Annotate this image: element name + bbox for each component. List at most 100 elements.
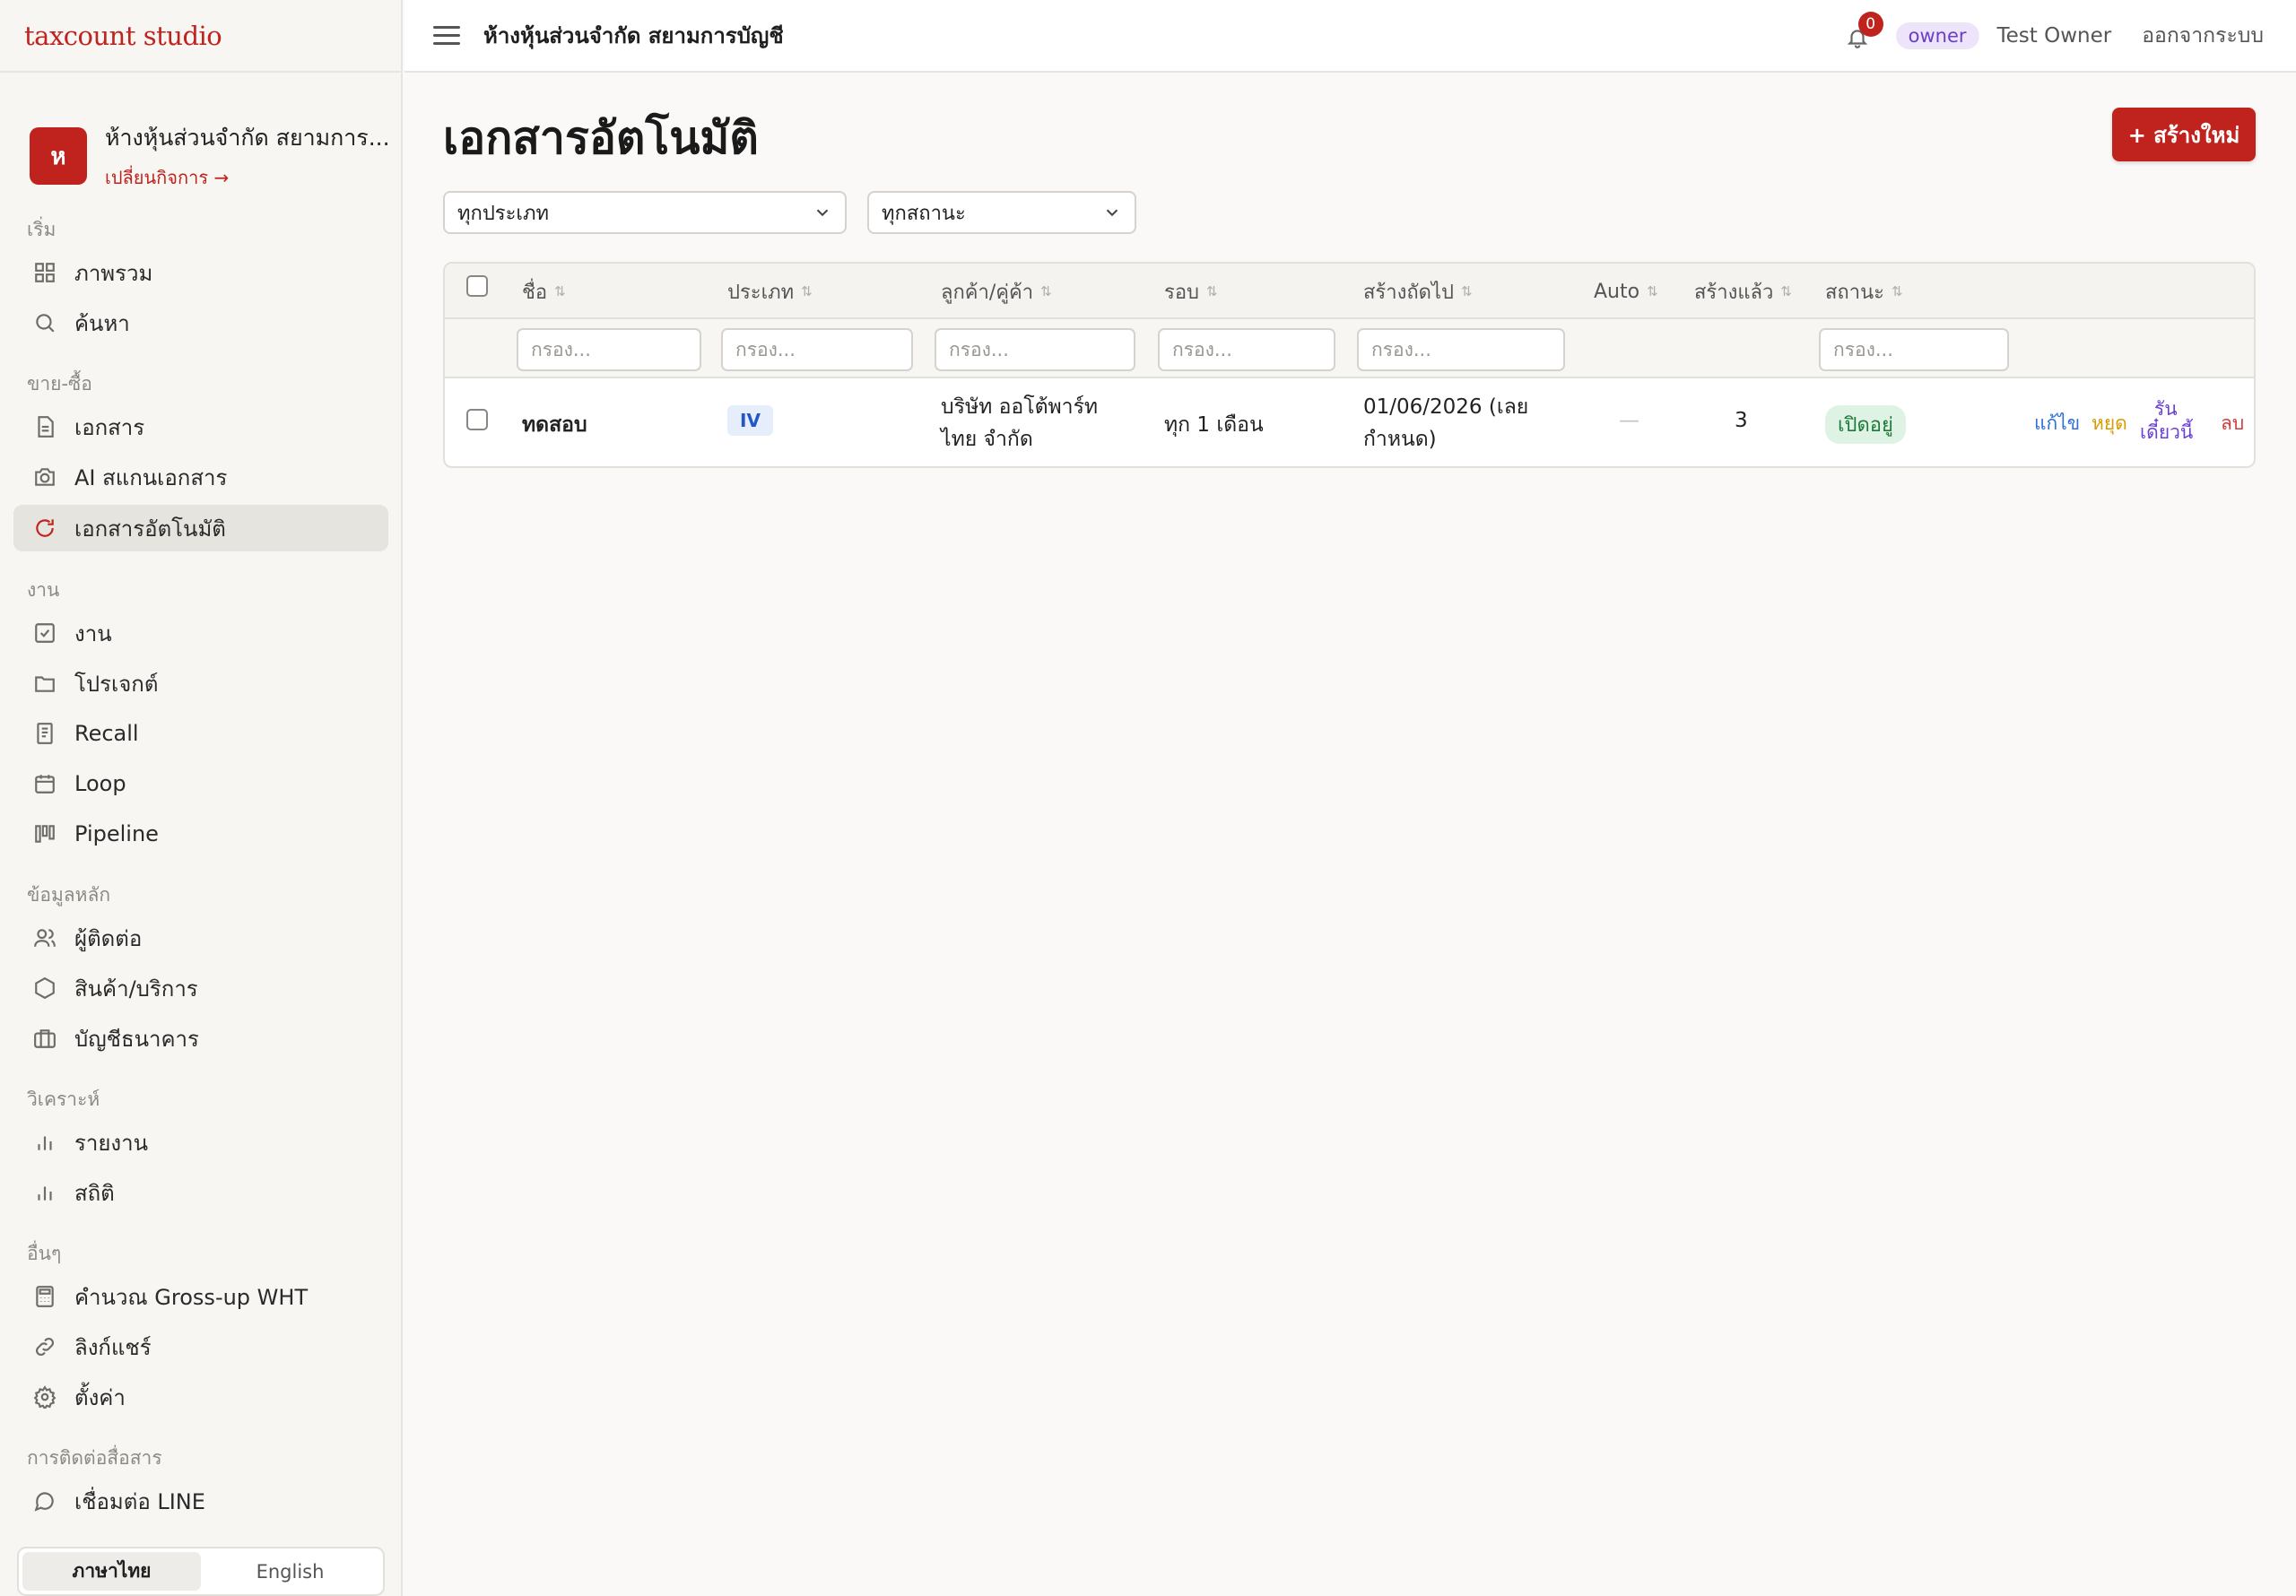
search-icon (31, 309, 58, 336)
gear-icon (31, 1383, 58, 1410)
sidebar-item-contacts[interactable]: ผู้ติดต่อ (13, 915, 388, 961)
refresh-icon (31, 515, 58, 542)
status-filter-value: ทุกสถานะ (882, 202, 966, 225)
column-header-cycle[interactable]: รอบ ⇅ (1164, 264, 1218, 319)
pause-link[interactable]: หยุด (2092, 409, 2127, 438)
section-label-work: งาน (27, 579, 60, 601)
section-label-communication: การติดต่อสื่อสาร (27, 1447, 162, 1469)
sidebar-item-ai-scan[interactable]: AI สแกนเอกสาร (13, 454, 388, 500)
sidebar-item-recall[interactable]: Recall (13, 710, 388, 757)
column-header-auto[interactable]: Auto ⇅ (1594, 264, 1658, 319)
sidebar-item-grossup-calculator[interactable]: คำนวณ Gross-up WHT (13, 1273, 388, 1320)
type-filter-value: ทุกประเภท (457, 202, 549, 225)
row-name[interactable]: ทดสอบ (522, 409, 587, 441)
column-header-customer[interactable]: ลูกค้า/คู่ค้า ⇅ (941, 264, 1052, 319)
cycle-filter-input[interactable]: กรอง... (1158, 328, 1335, 371)
sort-icon: ⇅ (1206, 283, 1218, 299)
next-run-filter-input[interactable]: กรอง... (1357, 328, 1565, 371)
column-header-label: สร้างถัดไป (1363, 281, 1454, 304)
switch-business-link[interactable]: เปลี่ยนกิจการ → (105, 163, 390, 192)
sidebar-item-label: ภาพรวม (74, 260, 153, 286)
business-avatar: ห (30, 127, 87, 185)
language-thai-button[interactable]: ภาษาไทย (22, 1552, 201, 1591)
status-filter-input[interactable]: กรอง... (1819, 328, 2009, 371)
section-label-sales: ขาย-ซื้อ (27, 373, 92, 395)
business-switcher[interactable]: ห ห้างหุ้นส่วนจำกัด สยามการ... เปลี่ยนกิ… (0, 73, 401, 207)
column-header-label: ชื่อ (522, 281, 548, 304)
calendar-icon (31, 770, 58, 797)
section-label-start: เริ่ม (27, 219, 57, 240)
sidebar-item-documents[interactable]: เอกสาร (13, 403, 388, 450)
sidebar-item-settings[interactable]: ตั้งค่า (13, 1374, 388, 1420)
column-header-created[interactable]: สร้างแล้ว ⇅ (1694, 264, 1792, 319)
row-next-run-line1: 01/06/2026 (เลย (1363, 395, 1529, 419)
sidebar-item-tasks[interactable]: งาน (13, 610, 388, 656)
sidebar-item-loop[interactable]: Loop (13, 760, 388, 807)
sidebar-item-bank-accounts[interactable]: บัญชีธนาคาร (13, 1015, 388, 1062)
column-header-name[interactable]: ชื่อ ⇅ (522, 264, 566, 319)
sidebar-item-overview[interactable]: ภาพรวม (13, 249, 388, 296)
sidebar-item-label: สถิติ (74, 1180, 115, 1206)
role-badge: owner (1895, 22, 1979, 49)
sidebar-item-products[interactable]: สินค้า/บริการ (13, 965, 388, 1011)
sidebar-item-label: ลิงก์แชร์ (74, 1334, 152, 1360)
select-all-checkbox[interactable] (466, 275, 488, 297)
sidebar-item-line[interactable]: เชื่อมต่อ LINE (13, 1478, 388, 1524)
sidebar-item-label: บัญชีธนาคาร (74, 1026, 199, 1052)
menu-toggle-icon[interactable] (433, 22, 460, 49)
sidebar: taxcount studio ห ห้างหุ้นส่วนจำกัด สยาม… (0, 0, 403, 1596)
users-icon (31, 924, 58, 951)
sidebar-item-label: งาน (74, 620, 112, 646)
language-english-button[interactable]: English (201, 1552, 379, 1591)
section-label-analytics: วิเคราะห์ (27, 1089, 100, 1110)
sort-icon: ⇅ (554, 283, 566, 299)
sidebar-item-label: เอกสาร (74, 414, 145, 440)
sidebar-item-search[interactable]: ค้นหา (13, 299, 388, 346)
customer-filter-input[interactable]: กรอง... (935, 328, 1135, 371)
top-bar: ห้างหุ้นส่วนจำกัด สยามการบัญชี 0 owner T… (404, 0, 2296, 73)
user-name[interactable]: Test Owner (1997, 24, 2112, 48)
table-row[interactable]: ทดสอบ IV บริษัท ออโต้พาร์ท ไทย จำกัด ทุก… (445, 378, 2254, 466)
type-filter-input[interactable]: กรอง... (721, 328, 913, 371)
folder-icon (31, 670, 58, 697)
sidebar-item-share-links[interactable]: ลิงก์แชร์ (13, 1323, 388, 1370)
row-customer-line2: ไทย จำกัด (941, 428, 1033, 451)
sort-icon: ⇅ (1647, 283, 1658, 299)
column-header-status[interactable]: สถานะ ⇅ (1825, 264, 1903, 319)
sidebar-item-label: ผู้ติดต่อ (74, 925, 143, 951)
sidebar-item-label: Pipeline (74, 821, 159, 846)
sidebar-item-statistics[interactable]: สถิติ (13, 1169, 388, 1216)
delete-link[interactable]: ลบ (2221, 409, 2244, 438)
sidebar-item-recurring-documents[interactable]: เอกสารอัตโนมัติ (13, 505, 388, 551)
column-header-next-run[interactable]: สร้างถัดไป ⇅ (1363, 264, 1473, 319)
brand-text: taxcount studio (24, 20, 222, 51)
create-new-button[interactable]: + สร้างใหม่ (2112, 108, 2256, 161)
run-now-link-line2[interactable]: เดี๋ยวนี้ (2140, 418, 2193, 447)
sidebar-item-label: ค้นหา (74, 310, 130, 336)
status-filter-select[interactable]: ทุกสถานะ (867, 191, 1136, 234)
edit-link[interactable]: แก้ไข (2034, 409, 2080, 438)
grid-icon (31, 259, 58, 286)
bar-chart-icon (31, 1179, 58, 1206)
column-header-label: ลูกค้า/คู่ค้า (941, 281, 1034, 304)
sidebar-item-pipeline[interactable]: Pipeline (13, 811, 388, 857)
brand-logo[interactable]: taxcount studio (0, 0, 401, 73)
bar-chart-icon (31, 1129, 58, 1156)
sidebar-item-reports[interactable]: รายงาน (13, 1119, 388, 1166)
sidebar-item-projects[interactable]: โปรเจกต์ (13, 660, 388, 707)
type-filter-select[interactable]: ทุกประเภท (443, 191, 847, 234)
sidebar-item-label: สินค้า/บริการ (74, 976, 198, 1002)
sidebar-item-label: Recall (74, 721, 139, 746)
row-checkbox[interactable] (466, 409, 488, 430)
notification-bell-icon[interactable]: 0 (1846, 11, 1883, 49)
receipt-icon (31, 720, 58, 747)
sidebar-item-label: เอกสารอัตโนมัติ (74, 516, 226, 542)
column-header-type[interactable]: ประเภท ⇅ (727, 264, 813, 319)
name-filter-input[interactable]: กรอง... (517, 328, 701, 371)
sidebar-item-label: เชื่อมต่อ LINE (74, 1488, 205, 1514)
sort-icon: ⇅ (1460, 283, 1473, 299)
logout-link[interactable]: ออกจากระบบ (2142, 20, 2264, 52)
row-cycle: ทุก 1 เดือน (1164, 413, 1264, 437)
page-title: เอกสารอัตโนมัติ (443, 112, 759, 164)
chevron-down-icon (813, 203, 832, 222)
